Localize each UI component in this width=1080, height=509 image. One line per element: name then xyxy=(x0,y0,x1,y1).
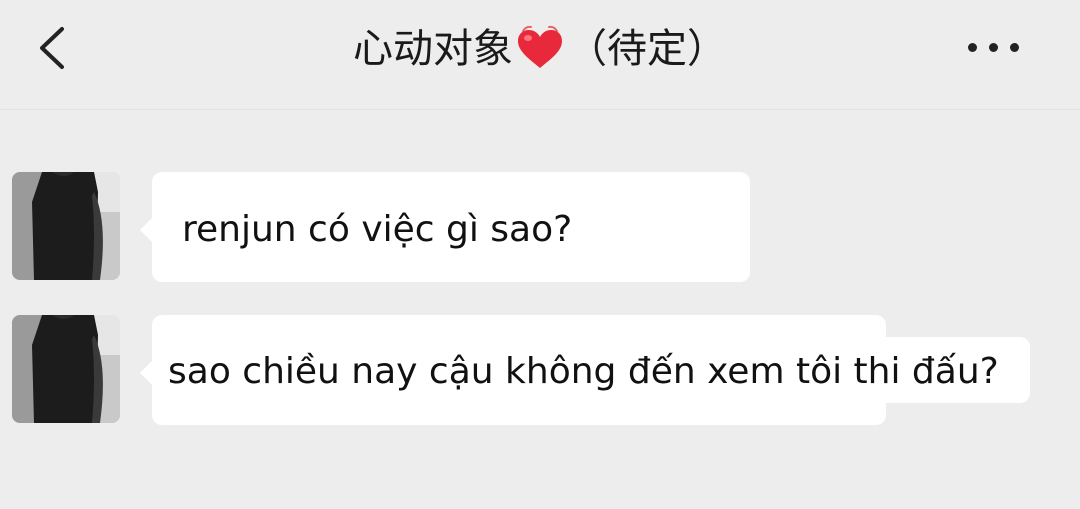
nav-bar: 心动对象 （待定） xyxy=(0,0,1080,110)
chat-title-name: 心动对象 xyxy=(353,26,513,72)
message-text: sao chiều nay cậu không đến xem tôi thi … xyxy=(168,351,999,392)
chat-title-status: （待定） xyxy=(567,26,727,72)
avatar-image xyxy=(12,172,120,280)
avatar[interactable] xyxy=(12,172,120,280)
more-options-icon[interactable] xyxy=(964,40,1024,54)
message-row: renjun có việc gì sao? xyxy=(0,172,1080,282)
message-row: sao chiều nay cậu không đến xem tôi thi … xyxy=(0,315,1080,425)
chat-title: 心动对象 （待定） xyxy=(0,22,1080,75)
heart-icon xyxy=(518,25,562,68)
message-text: renjun có việc gì sao? xyxy=(182,209,573,250)
message-bubble: renjun có việc gì sao? xyxy=(140,172,750,282)
avatar-image xyxy=(12,315,120,423)
avatar[interactable] xyxy=(12,315,120,423)
